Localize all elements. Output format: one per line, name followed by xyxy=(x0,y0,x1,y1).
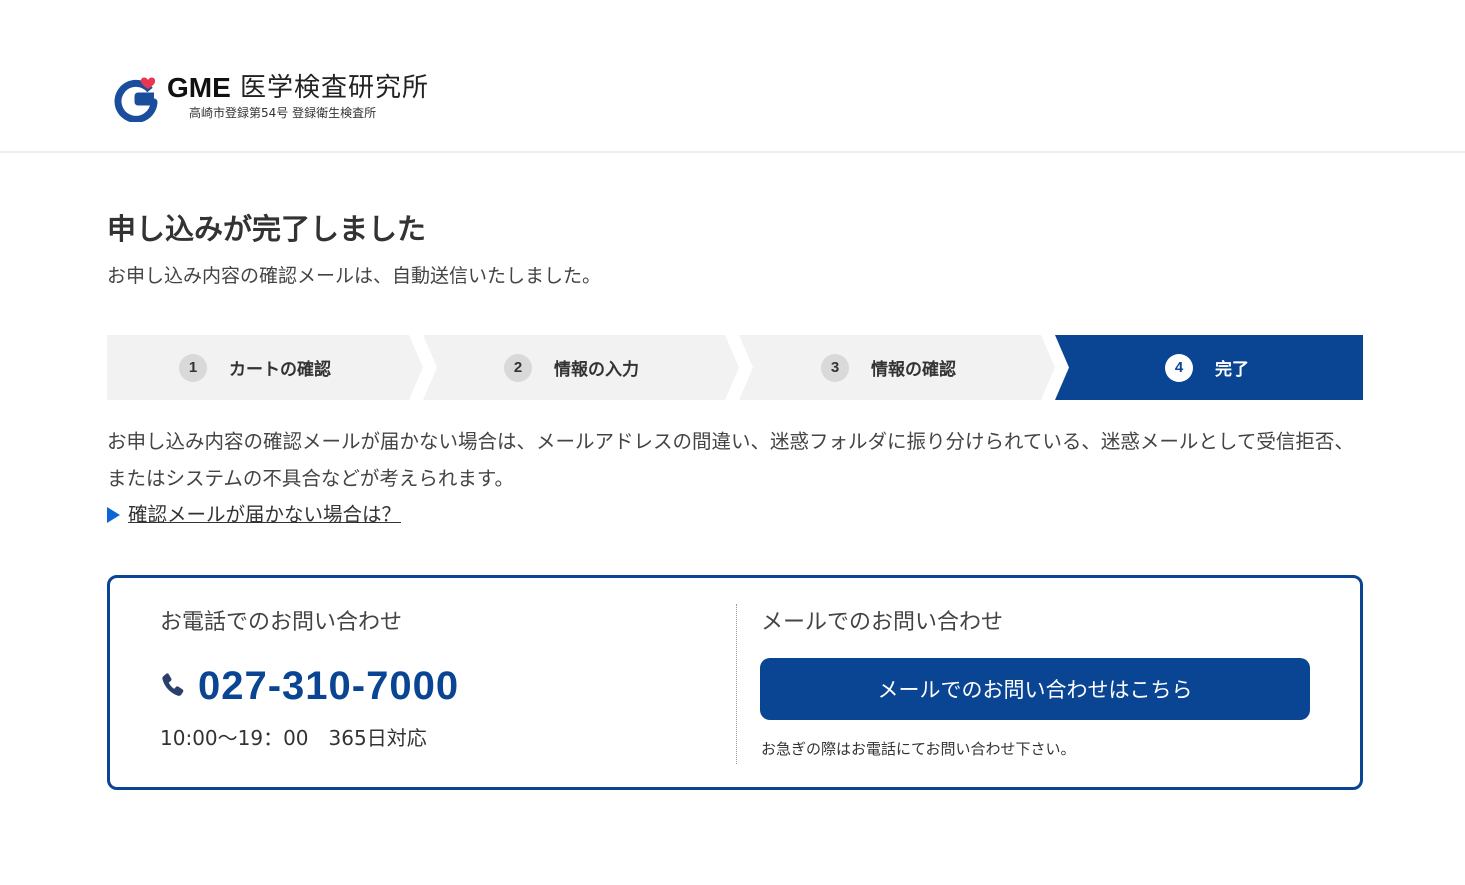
email-notice-text: お申し込み内容の確認メールが届かない場合は、メールアドレスの間違い、迷惑フォルダ… xyxy=(107,430,1354,490)
step-number: 1 xyxy=(179,353,207,382)
step-cart: 1 カートの確認 xyxy=(107,335,423,400)
step-label: 完了 xyxy=(1215,360,1249,380)
mail-note: お急ぎの際はお電話にてお問い合わせ下さい。 xyxy=(761,740,1076,758)
gme-logo-icon xyxy=(114,77,158,122)
step-confirm: 3 情報の確認 xyxy=(739,335,1055,400)
email-faq-link-label[interactable]: 確認メールが届かない場合は？ xyxy=(128,500,401,530)
tel-heading: お電話でのお問い合わせ xyxy=(160,610,403,635)
tel-number[interactable]: 027-310-7000 xyxy=(198,664,459,708)
logo-subtitle: 高崎市登録第54号 登録衛生検査所 xyxy=(189,106,377,120)
contact-divider xyxy=(736,604,737,764)
step-label: 情報の確認 xyxy=(871,360,956,380)
step-complete: 4 完了 xyxy=(1055,335,1363,400)
page-subtitle: お申し込み内容の確認メールは、自動送信いたしました。 xyxy=(107,265,602,287)
logo-brand: GME xyxy=(167,72,231,103)
email-faq-link[interactable]: 確認メールが届かない場合は？ xyxy=(107,500,401,530)
page-title: 申し込みが完了しました xyxy=(107,212,427,246)
step-input: 2 情報の入力 xyxy=(423,335,739,400)
step-label: 情報の入力 xyxy=(554,360,639,380)
mail-heading: メールでのお問い合わせ xyxy=(761,610,1004,635)
site-logo[interactable]: GME 医学検査研究所 高崎市登録第54号 登録衛生検査所 xyxy=(112,72,442,124)
progress-steps: 1 カートの確認 2 情報の入力 3 情報の確認 4 完了 xyxy=(107,335,1363,400)
logo-name: 医学検査研究所 xyxy=(240,73,430,103)
site-header: GME 医学検査研究所 高崎市登録第54号 登録衛生検査所 xyxy=(0,0,1465,153)
tel-number-row[interactable]: 027-310-7000 xyxy=(158,664,459,708)
contact-box: お電話でのお問い合わせ 027-310-7000 10:00〜19：00 365… xyxy=(107,575,1363,790)
tel-hours: 10:00〜19：00 365日対応 xyxy=(160,726,427,750)
step-number: 4 xyxy=(1165,353,1193,382)
step-label: カートの確認 xyxy=(229,360,331,380)
step-number: 3 xyxy=(821,353,849,382)
step-number: 2 xyxy=(504,353,532,382)
mail-contact-button[interactable]: メールでのお問い合わせはこちら xyxy=(760,658,1310,720)
phone-icon xyxy=(162,673,184,696)
triangle-right-icon xyxy=(107,507,120,523)
